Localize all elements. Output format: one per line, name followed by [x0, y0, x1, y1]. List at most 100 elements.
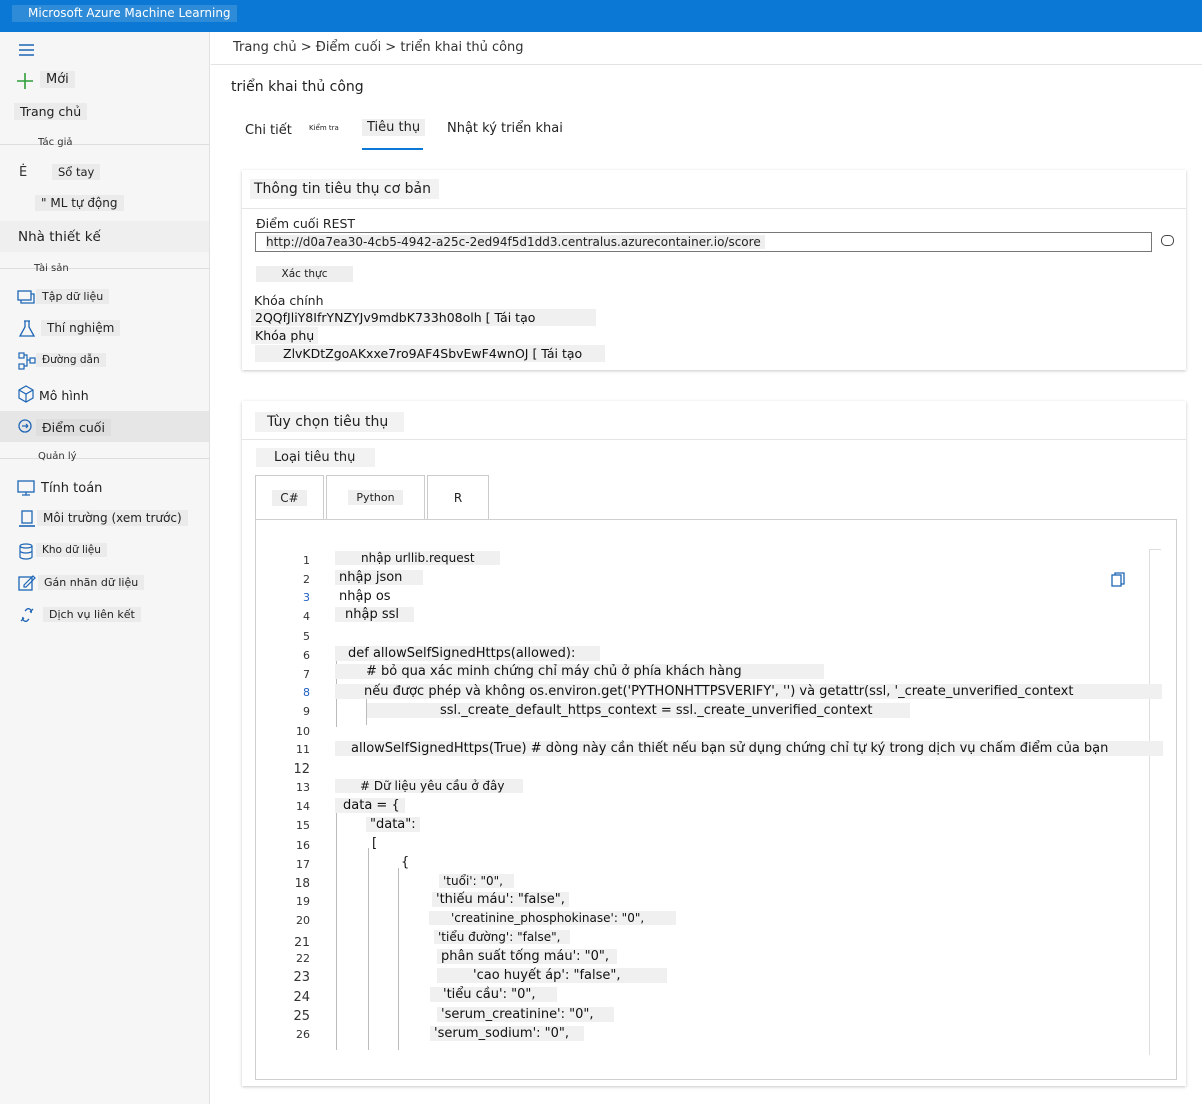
authentication-label: Xác thực — [256, 266, 353, 282]
sidebar-item-datastores[interactable]: Kho dữ liệu — [36, 543, 107, 557]
line-number: 24 — [293, 990, 310, 1005]
sidebar-item-endpoints[interactable]: Điểm cuối — [36, 419, 111, 436]
code-line: phân suất tống máu': "0", — [437, 949, 617, 964]
line-number: 3 — [303, 591, 310, 604]
flask-icon — [18, 320, 36, 337]
code-line: 'tiểu cầu': "0", — [430, 987, 557, 1002]
sidebar-item-linked-services[interactable]: Dịch vụ liên kết — [43, 607, 141, 622]
line-number: 8 — [303, 686, 310, 699]
tab-r[interactable]: R — [427, 475, 489, 520]
datastore-icon — [19, 543, 33, 560]
code-line: nhập ssl — [335, 607, 414, 622]
sidebar-item-automl[interactable]: " ML tự động — [35, 195, 124, 211]
section-author: Tác giả — [38, 137, 73, 148]
primary-key-value[interactable]: 2QQfJliY8IfrYNZYJv9mdbK733h08olh [ Tái t… — [251, 309, 596, 326]
code-line: [ — [372, 836, 378, 851]
code-line: nếu được phép và không os.environ.get('P… — [335, 684, 1162, 699]
line-number: 21 — [294, 934, 310, 949]
secondary-key-value[interactable]: ZlvKDtZgoAKxxe7ro9AF4SbvEwF4wnOJ [ Tái t… — [255, 345, 605, 362]
line-number: 15 — [296, 819, 310, 832]
line-number: 25 — [293, 1009, 310, 1024]
code-line: nhập urllib.request — [335, 551, 500, 565]
cube-icon — [18, 385, 34, 403]
sidebar-item-compute[interactable]: Tính toán — [41, 481, 102, 496]
line-number: 1 — [303, 554, 310, 567]
basic-info-title: Thông tin tiêu thụ cơ bản — [250, 179, 439, 199]
code-line: def allowSelfSignedHttps(allowed): — [335, 646, 600, 661]
code-line: 'thiếu máu': "false", — [432, 892, 569, 907]
line-number: 20 — [296, 914, 310, 927]
notebook-icon: Ė — [19, 165, 28, 180]
line-number: 19 — [296, 895, 310, 908]
section-manage: Quản lý — [38, 451, 77, 462]
line-number: 12 — [293, 762, 310, 777]
line-number: 11 — [296, 743, 310, 756]
sidebar-item-notebooks[interactable]: Sổ tay — [52, 164, 101, 180]
sidebar-item-environments[interactable]: Môi trường (xem trước) — [37, 510, 188, 526]
consume-type-label: Loại tiêu thụ — [256, 448, 376, 467]
code-line: 'serum_sodium': "0", — [430, 1026, 584, 1041]
code-line: 'tuổi': "0", — [439, 874, 514, 888]
top-bar: Microsoft Azure Machine Learning — [0, 0, 1202, 32]
code-line: 'cao huyết áp': "false", — [437, 968, 667, 983]
sidebar-item-models[interactable]: Mô hình — [39, 388, 89, 403]
tab-details[interactable]: Chi tiết — [245, 123, 292, 138]
tab-python[interactable]: Python — [326, 475, 425, 520]
code-line: { — [401, 855, 410, 870]
tab-deployment-logs[interactable]: Nhật ký triển khai — [447, 121, 563, 136]
code-line: data = { — [335, 798, 405, 813]
copy-url-icon[interactable] — [1161, 235, 1174, 246]
hamburger-menu-icon[interactable] — [18, 41, 36, 59]
breadcrumb-divider — [211, 64, 1202, 65]
sidebar-item-home[interactable]: Trang chủ — [14, 103, 88, 120]
consume-options-title: Tùy chọn tiêu thụ — [255, 412, 405, 432]
sidebar-item-pipelines[interactable]: Đường dẫn — [36, 353, 106, 367]
rest-endpoint-field[interactable]: http://d0a7ea30-4cb5-4942-a25c-2ed94f5d1… — [255, 232, 1152, 252]
breadcrumb[interactable]: Trang chủ > Điểm cuối > triển khai thủ c… — [233, 40, 524, 55]
plus-icon[interactable] — [16, 72, 34, 90]
line-number: 22 — [296, 952, 310, 965]
sidebar-item-designer[interactable]: Nhà thiết kế — [18, 229, 101, 245]
primary-key-label: Khóa chính — [254, 293, 324, 308]
monitor-icon — [17, 480, 35, 496]
sidebar-divider — [0, 458, 209, 459]
tab-test[interactable]: Kiểm tra — [309, 124, 339, 132]
endpoint-icon — [18, 419, 32, 433]
line-number: 10 — [296, 725, 310, 738]
new-button[interactable]: Mới — [40, 71, 75, 88]
code-line: # bỏ qua xác minh chứng chỉ máy chủ ở ph… — [335, 664, 824, 679]
app-title[interactable]: Microsoft Azure Machine Learning — [12, 5, 237, 22]
edit-label-icon — [18, 575, 36, 591]
line-number: 14 — [296, 800, 310, 813]
code-line: "data": — [366, 817, 420, 832]
line-number: 4 — [303, 610, 310, 623]
line-number: 17 — [296, 858, 310, 871]
sidebar-item-experiments[interactable]: Thí nghiệm — [41, 320, 121, 336]
line-number: 16 — [296, 839, 310, 852]
tab-consume[interactable]: Tiêu thụ — [362, 119, 426, 136]
rest-endpoint-label: Điểm cuối REST — [256, 216, 356, 231]
environment-icon — [19, 510, 35, 527]
code-line: ssl._create_default_https_context = ssl.… — [367, 703, 910, 718]
code-line: allowSelfSignedHttps(True) # dòng này cầ… — [335, 741, 1163, 756]
code-line: nhập os — [339, 589, 391, 604]
line-number: 5 — [303, 630, 310, 643]
dataset-icon — [17, 290, 35, 304]
line-number: 7 — [303, 668, 310, 681]
tab-selected-indicator — [362, 148, 423, 150]
sidebar-item-labeling[interactable]: Gán nhãn dữ liệu — [38, 575, 145, 590]
code-line: 'tiểu đường': "false", — [434, 930, 570, 944]
sidebar-divider — [0, 268, 209, 269]
code-line: nhập json — [335, 570, 423, 585]
sidebar: Mới Trang chủ Tác giả Ė Sổ tay " ML tự đ… — [0, 32, 210, 1104]
sidebar-divider — [0, 144, 209, 145]
secondary-key-label: Khóa phụ — [251, 327, 319, 344]
line-number: 6 — [303, 649, 310, 662]
tab-csharp[interactable]: C# — [255, 475, 324, 520]
code-line: # Dữ liệu yêu cầu ở đây — [335, 779, 523, 793]
line-number: 18 — [294, 876, 310, 890]
code-line: 'serum_creatinine': "0", — [437, 1007, 614, 1022]
sidebar-item-datasets[interactable]: Tập dữ liệu — [36, 289, 110, 304]
section-assets: Tài sản — [34, 263, 69, 274]
link-icon — [20, 608, 34, 622]
